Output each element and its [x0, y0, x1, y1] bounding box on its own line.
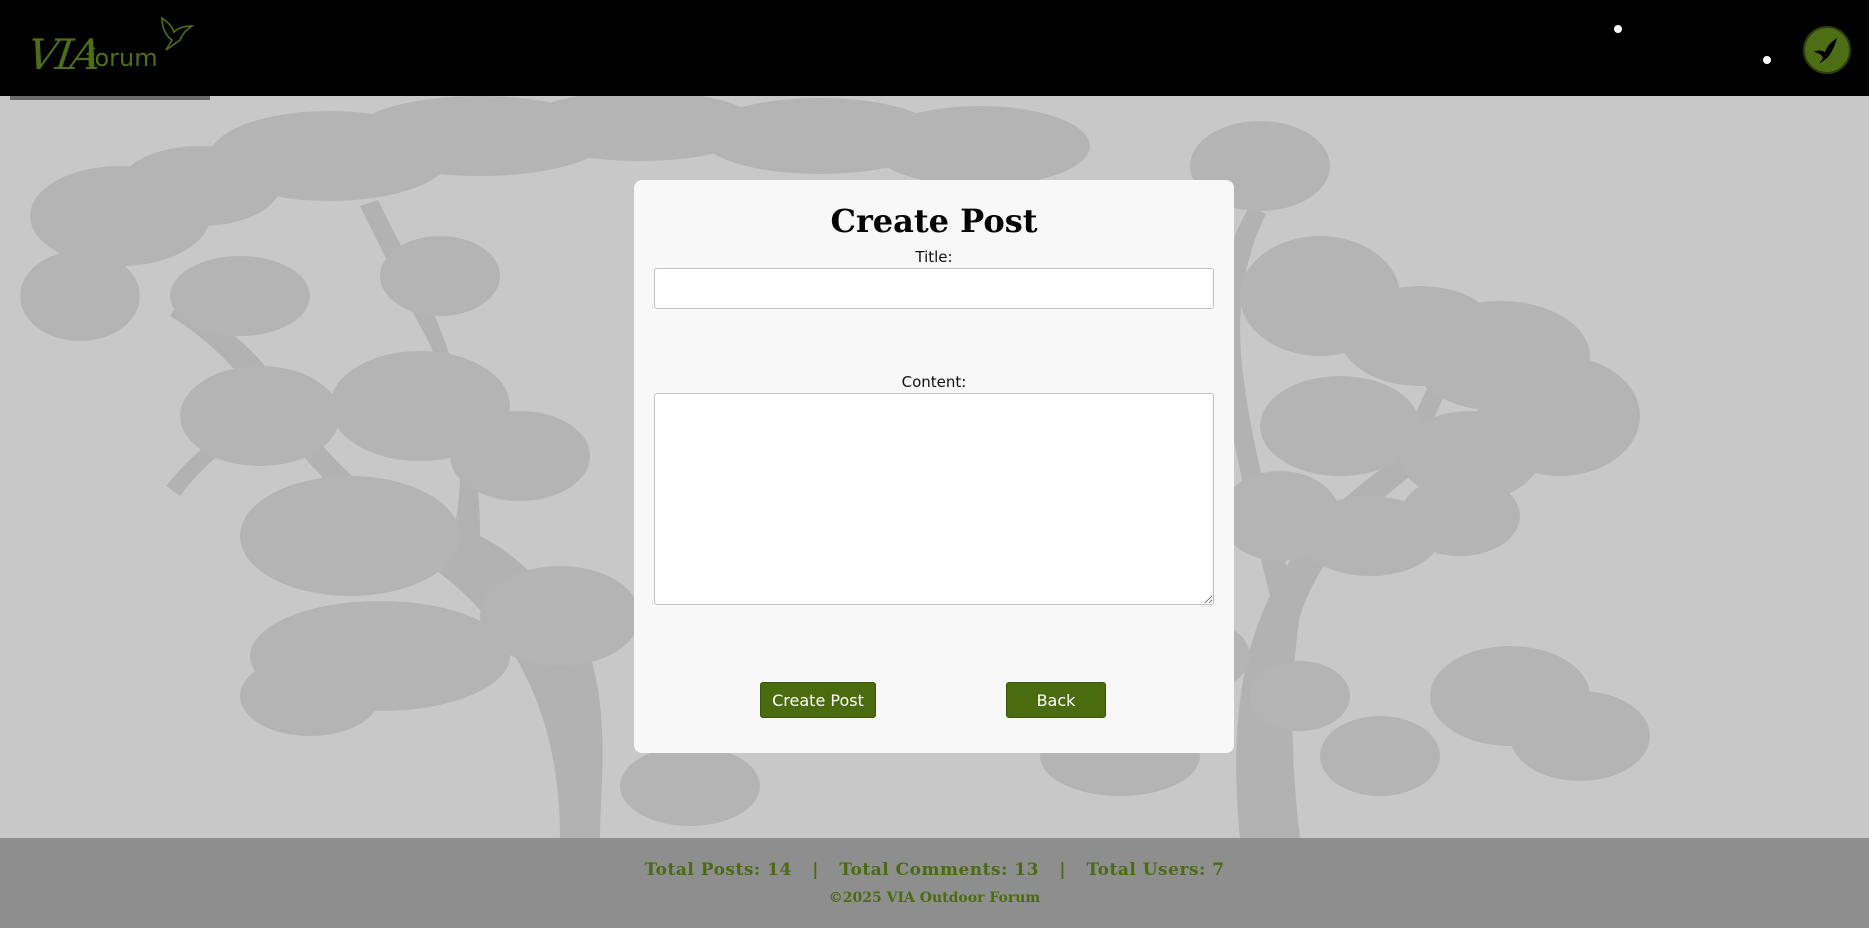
top-navbar: VIA forum — [0, 0, 1869, 96]
header-accent-bar — [10, 96, 210, 100]
total-comments-count: 13 — [1014, 860, 1039, 880]
create-post-card: Create Post Title: Content: Create Post … — [634, 180, 1234, 753]
back-button[interactable]: Back — [1006, 682, 1106, 718]
user-avatar[interactable] — [1803, 26, 1851, 74]
page-title: Create Post — [830, 202, 1038, 240]
footer: Total Posts: 14 | Total Comments: 13 | T… — [0, 838, 1869, 928]
forum-logo[interactable]: VIA forum — [25, 12, 198, 79]
total-users-label: Total Users: — [1086, 860, 1206, 880]
copyright-text: ©2025 VIA Outdoor Forum — [828, 890, 1041, 906]
stats-separator: | — [1059, 860, 1067, 880]
bird-avatar-icon — [1814, 38, 1837, 64]
title-label: Title: — [915, 248, 953, 266]
total-users-count: 7 — [1212, 860, 1225, 880]
title-input[interactable] — [654, 268, 1214, 309]
total-comments-label: Total Comments: — [839, 860, 1008, 880]
logo-forum-text: forum — [86, 44, 158, 72]
total-posts-label: Total Posts: — [644, 860, 761, 880]
forum-stats: Total Posts: 14 | Total Comments: 13 | T… — [0, 860, 1869, 880]
total-posts-count: 14 — [767, 860, 792, 880]
create-post-button[interactable]: Create Post — [760, 682, 876, 718]
nav-item-dot-2[interactable] — [1763, 56, 1771, 64]
nav-item-dot-1[interactable] — [1614, 25, 1622, 33]
stats-separator: | — [812, 860, 819, 880]
bird-icon — [161, 16, 194, 51]
content-textarea[interactable] — [654, 393, 1214, 605]
content-label: Content: — [901, 373, 967, 391]
